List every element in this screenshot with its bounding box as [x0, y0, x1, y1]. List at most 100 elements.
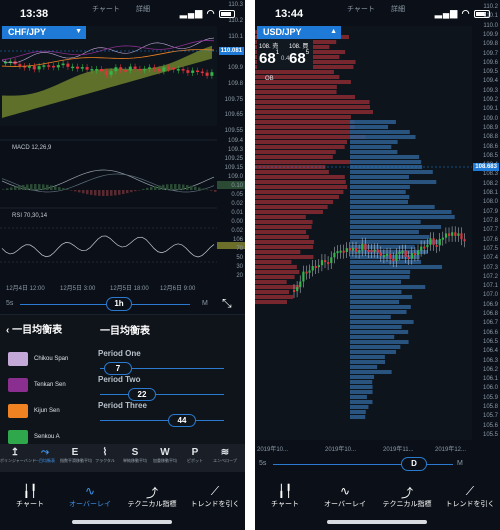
candlestick: [128, 66, 132, 71]
tab-chart[interactable]: ╽╿ チャート: [0, 484, 60, 509]
period-two-value[interactable]: 22: [128, 388, 156, 401]
symbol-selector[interactable]: CHF/JPY ▼: [2, 26, 86, 39]
price-axis-label: 110.1: [228, 33, 243, 40]
sell-volume-bar: [255, 90, 337, 94]
sell-volume-bar: [255, 220, 313, 224]
candlestick: [355, 247, 358, 252]
senkou-a-color-swatch[interactable]: [8, 430, 28, 444]
macd-histogram-bar: [22, 184, 25, 190]
candlestick: [191, 70, 195, 73]
candlestick: [176, 69, 180, 71]
macd-histogram-bar: [118, 190, 121, 195]
ichimoku-icon: ⤳: [41, 447, 49, 458]
buy-volume-bar: [350, 330, 409, 334]
tenkan-color-swatch[interactable]: [8, 378, 28, 392]
sell-quote[interactable]: 108. 売 681: [257, 39, 285, 69]
buy-volume-bar: [350, 120, 396, 124]
candlestick: [454, 232, 457, 236]
price-axis-label: 108.1: [482, 190, 498, 197]
buy-volume-bar: [350, 135, 416, 139]
sell-volume-bar: [255, 70, 334, 74]
tab-label: テクニカル指標: [127, 501, 177, 508]
candlestick: [95, 68, 99, 71]
candlestick: [181, 69, 185, 71]
envelope-tool[interactable]: ≋ エンベロープ: [210, 447, 240, 464]
period-one-label: Period One: [98, 349, 141, 358]
price-chart[interactable]: [255, 0, 500, 460]
macd-histogram-bar: [170, 184, 173, 190]
sma-tool[interactable]: S 単純移動平均: [120, 447, 150, 464]
ema-tool[interactable]: E 指数平滑移動平均: [60, 447, 92, 464]
candlestick: [305, 271, 308, 274]
home-indicator[interactable]: [72, 520, 172, 524]
ichimoku-tool[interactable]: ⤳ 一目均衡表: [30, 447, 60, 464]
price-axis-label: 106.3: [482, 357, 498, 364]
price-axis-label: 106.0: [482, 385, 498, 392]
symbol-label: USD/JPY: [263, 27, 302, 37]
price-axis-label: 107.0: [482, 292, 498, 299]
macd-histogram-bar: [122, 190, 125, 195]
candlestick: [124, 70, 127, 72]
candlestick: [441, 237, 444, 240]
sell-volume-bar: [255, 120, 355, 124]
macd-histogram-bar: [86, 190, 89, 195]
timeframe-slider[interactable]: 5s 1h M: [0, 296, 245, 312]
chikou-color-swatch[interactable]: [8, 352, 28, 366]
bollinger-tool[interactable]: ↥ ボリンジャーバンド: [0, 447, 36, 464]
tab-technical[interactable]: ⤴ テクニカル指標: [122, 484, 182, 509]
macd-histogram-bar: [90, 190, 93, 195]
timeframe-slider[interactable]: 5s D M: [255, 456, 500, 472]
quote-box[interactable]: 108. 売 681 0.4 108. 買 685: [257, 39, 313, 69]
slider-track[interactable]: [20, 304, 190, 305]
tool-label: フラクタル: [95, 458, 115, 463]
time-label: 2019年10...: [257, 447, 289, 453]
period-three-track[interactable]: [100, 420, 224, 421]
pivot-tool[interactable]: P ピボット: [180, 447, 210, 464]
period-one-value[interactable]: 7: [104, 362, 132, 375]
candlestick: [172, 67, 175, 70]
price-axis-label: 105.7: [482, 413, 498, 420]
macd-histogram-bar: [134, 190, 137, 192]
candlestick: [333, 252, 336, 258]
buy-volume-bar: [350, 215, 455, 219]
slider-thumb[interactable]: 1h: [106, 297, 132, 311]
home-indicator[interactable]: [327, 520, 427, 524]
tab-technical[interactable]: ⤴ テクニカル指標: [377, 484, 437, 509]
tab-draw-trend[interactable]: ⟋ トレンドを引く: [440, 484, 500, 509]
tab-chart[interactable]: ╽╿ チャート: [255, 484, 315, 509]
tab-overlay[interactable]: ∿ オーバーレイ: [315, 484, 375, 509]
candlestick: [85, 67, 89, 70]
right-phone-screen: 13:44 ▂▄▆ ◠ チャート 詳細 USD/JPY ▲ 108. 売 681…: [255, 0, 500, 530]
buy-volume-bar: [350, 360, 386, 364]
tool-label: ボリンジャーバンド: [0, 458, 36, 463]
price-axis-label: 107.3: [482, 264, 498, 271]
kijun-color-swatch[interactable]: [8, 404, 28, 418]
price-chart[interactable]: [0, 0, 245, 310]
macd-histogram-bar: [210, 190, 213, 191]
macd-histogram-bar: [174, 184, 177, 190]
buy-volume-bar: [350, 230, 419, 234]
price-axis-label: 109.15: [224, 165, 243, 171]
period-three-value[interactable]: 44: [168, 414, 196, 427]
buy-volume-bar: [350, 335, 395, 339]
wma-tool[interactable]: W 加重移動平均: [150, 447, 180, 464]
fractal-tool[interactable]: ⌇ フラクタル: [90, 447, 120, 464]
wma-icon: W: [160, 447, 170, 458]
price-axis-label: 105.9: [482, 394, 498, 401]
buy-quote[interactable]: 108. 買 685: [287, 39, 315, 69]
back-button[interactable]: ‹ 一目均衡表: [6, 321, 62, 336]
slider-thumb[interactable]: D: [401, 457, 427, 471]
tab-overlay[interactable]: ∿ オーバーレイ: [60, 484, 120, 509]
macd-histogram-bar: [6, 188, 9, 190]
macd-histogram-bar: [126, 190, 129, 194]
tab-draw-trend[interactable]: ⟋ トレンドを引く: [185, 484, 245, 509]
fullscreen-icon[interactable]: ⤡: [222, 296, 232, 311]
sell-volume-bar: [255, 235, 309, 239]
candlestick: [420, 246, 423, 251]
price-axis-label: 106.8: [482, 311, 498, 318]
period-two-track[interactable]: [100, 394, 224, 395]
time-label: 2019年10...: [325, 447, 357, 453]
symbol-selector[interactable]: USD/JPY ▲: [257, 26, 341, 39]
buy-volume-bar: [350, 380, 373, 384]
trend-line-icon: ⟋: [465, 484, 475, 498]
